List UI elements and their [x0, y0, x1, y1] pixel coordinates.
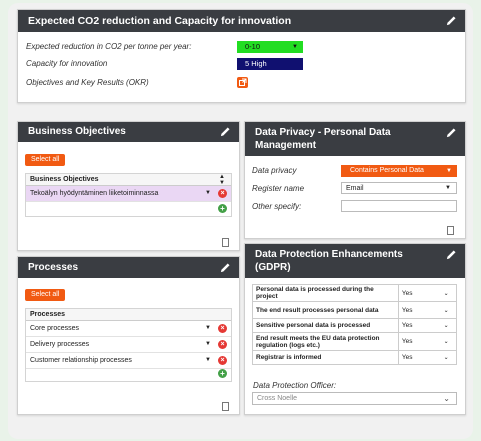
processes-table: Processes Core processes ▼ × Delivery pr… — [25, 308, 232, 382]
co2-reduction-select[interactable]: 0-10 ▼ — [237, 41, 303, 53]
processes-title: Processes — [28, 262, 79, 273]
row-label: Core processes — [30, 325, 80, 332]
processes-panel: Processes Select all Processes Core proc… — [17, 256, 240, 415]
business-objectives-title: Business Objectives — [28, 126, 126, 137]
gdpr-answer-select[interactable]: Yes — [397, 332, 437, 351]
edit-pencil-icon[interactable] — [446, 249, 457, 260]
gdpr-row: The end result processes personal data Y… — [252, 301, 458, 319]
chevron-down-icon: ⌄ — [443, 394, 450, 403]
gdpr-header: Data Protection Enhancements (GDPR) — [245, 244, 465, 278]
table-row[interactable]: Delivery processes ▼ × — [26, 337, 231, 353]
select-all-button[interactable]: Select all — [25, 289, 66, 301]
register-name-value: Email — [346, 185, 364, 192]
document-icon[interactable] — [222, 402, 229, 411]
remove-row-icon[interactable]: × — [218, 356, 227, 365]
data-privacy-label: Data privacy — [252, 166, 297, 175]
gdpr-answer-select[interactable]: Yes — [397, 318, 437, 333]
edit-pencil-icon[interactable] — [220, 262, 231, 273]
chevron-down-icon[interactable]: ▼ — [205, 353, 211, 368]
chevron-down-icon: ▼ — [292, 44, 298, 50]
data-privacy-header: Data Privacy - Personal Data Management — [245, 122, 465, 156]
capacity-label: Capacity for innovation — [26, 59, 108, 68]
gdpr-row: Personal data is processed during the pr… — [252, 284, 458, 302]
chevron-down-icon[interactable]: ▼ — [205, 186, 211, 201]
gdpr-question: End result meets the EU data protection … — [252, 332, 399, 351]
chevron-down-icon[interactable]: ⌄ — [436, 284, 458, 302]
gdpr-answer-select[interactable]: Yes — [397, 301, 437, 319]
gdpr-table: Personal data is processed during the pr… — [252, 284, 458, 365]
dpo-label: Data Protection Officer: — [253, 381, 337, 390]
chevron-down-icon[interactable]: ⌄ — [436, 350, 458, 365]
business-objectives-header: Business Objectives — [18, 122, 239, 142]
gdpr-panel: Data Protection Enhancements (GDPR) Pers… — [244, 243, 466, 415]
gdpr-answer-select[interactable]: Yes — [397, 350, 437, 365]
document-icon[interactable] — [447, 226, 454, 235]
capacity-select[interactable]: 5 High — [237, 58, 303, 70]
column-header: Business Objectives — [30, 176, 99, 183]
document-icon[interactable] — [222, 238, 229, 247]
table-row[interactable]: Customer relationship processes ▼ × — [26, 353, 231, 369]
dpo-select[interactable]: Cross Noelle ⌄ — [252, 392, 457, 405]
chevron-down-icon: ▼ — [445, 185, 451, 191]
remove-row-icon[interactable]: × — [218, 189, 227, 198]
data-privacy-select[interactable]: Contains Personal Data ▼ — [341, 165, 457, 177]
business-objectives-table: Business Objectives ▲ ▼ Tekoälyn hyödyntä… — [25, 173, 232, 217]
processes-header: Processes — [18, 257, 239, 278]
column-header: Processes — [30, 311, 66, 318]
dpo-value: Cross Noelle — [257, 395, 298, 402]
chevron-down-icon[interactable]: ▼ — [205, 337, 211, 352]
row-label: Tekoälyn hyödyntäminen liiketoiminnassa — [30, 190, 159, 197]
table-row[interactable]: Tekoälyn hyödyntäminen liiketoiminnassa … — [26, 186, 231, 202]
edit-pencil-icon[interactable] — [446, 15, 457, 26]
select-all-button[interactable]: Select all — [25, 154, 66, 166]
business-objectives-panel: Business Objectives Select all Business … — [17, 121, 240, 251]
table-header: Processes — [26, 309, 231, 321]
sort-icon[interactable]: ▲ ▼ — [219, 174, 225, 186]
gdpr-row: Sensitive personal data is processed Yes… — [252, 318, 458, 333]
capacity-value: 5 High — [245, 59, 267, 68]
reduction-label: Expected reduction in CO2 per tonne per … — [26, 42, 192, 51]
add-row-icon[interactable]: + — [218, 204, 227, 213]
gdpr-row: End result meets the EU data protection … — [252, 332, 458, 351]
gdpr-question: Sensitive personal data is processed — [252, 318, 399, 333]
chevron-down-icon: ▼ — [446, 168, 452, 174]
chevron-down-icon[interactable]: ▼ — [205, 321, 211, 336]
remove-row-icon[interactable]: × — [218, 340, 227, 349]
gdpr-question: The end result processes personal data — [252, 301, 399, 319]
gdpr-answer-select[interactable]: Yes — [397, 284, 437, 302]
co2-panel-header: Expected CO2 reduction and Capacity for … — [18, 10, 465, 32]
data-privacy-value: Contains Personal Data — [350, 167, 424, 174]
gdpr-question: Registrar is informed — [252, 350, 399, 365]
row-label: Customer relationship processes — [30, 357, 132, 364]
remove-row-icon[interactable]: × — [218, 324, 227, 333]
co2-reduction-value: 0-10 — [245, 42, 261, 51]
data-privacy-panel: Data Privacy - Personal Data Management … — [244, 121, 466, 239]
okr-label: Objectives and Key Results (OKR) — [26, 78, 149, 87]
co2-innovation-panel: Expected CO2 reduction and Capacity for … — [17, 9, 466, 103]
table-row[interactable]: Core processes ▼ × — [26, 321, 231, 337]
register-name-label: Register name — [252, 184, 305, 193]
co2-panel-title: Expected CO2 reduction and Capacity for … — [28, 15, 292, 27]
register-name-select[interactable]: Email ▼ — [341, 182, 457, 194]
add-row-icon[interactable]: + — [218, 369, 227, 378]
edit-pencil-icon[interactable] — [446, 127, 457, 138]
data-privacy-title: Data Privacy - Personal Data Management — [255, 127, 391, 151]
gdpr-title: Data Protection Enhancements (GDPR) — [255, 249, 403, 273]
table-header: Business Objectives ▲ ▼ — [26, 174, 231, 186]
gdpr-row: Registrar is informed Yes ⌄ — [252, 350, 458, 365]
row-label: Delivery processes — [30, 341, 90, 348]
other-specify-label: Other specify: — [252, 202, 302, 211]
external-link-icon[interactable] — [237, 77, 248, 88]
chevron-down-icon[interactable]: ⌄ — [436, 332, 458, 351]
chevron-down-icon[interactable]: ⌄ — [436, 301, 458, 319]
gdpr-question: Personal data is processed during the pr… — [252, 284, 399, 302]
other-specify-input[interactable] — [341, 200, 457, 212]
edit-pencil-icon[interactable] — [220, 126, 231, 137]
chevron-down-icon[interactable]: ⌄ — [436, 318, 458, 333]
